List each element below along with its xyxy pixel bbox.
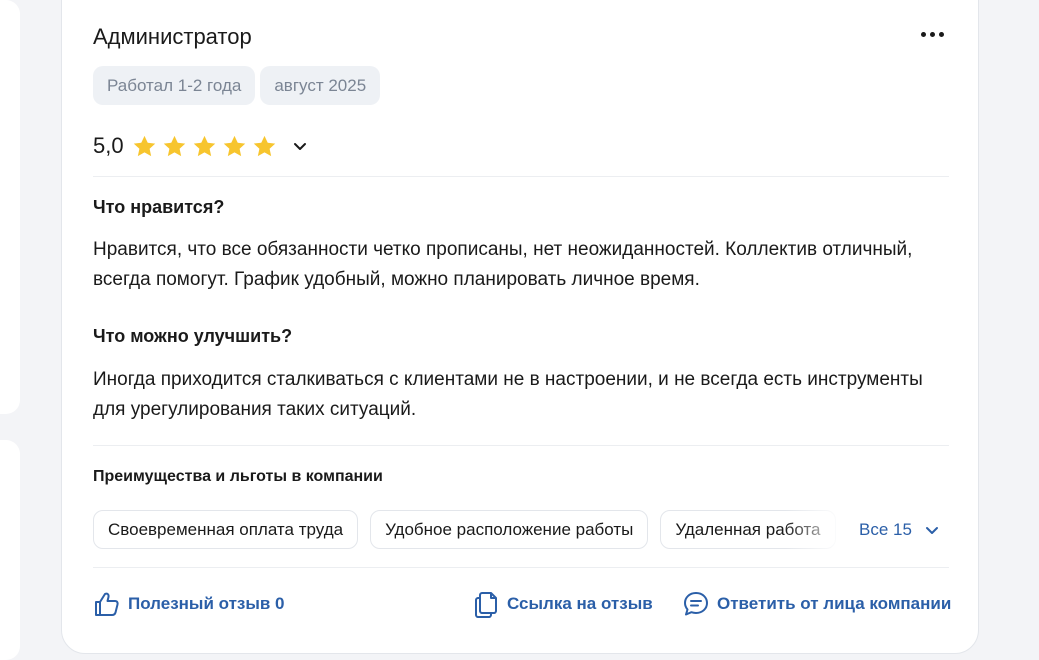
copy-link-button[interactable]: Ссылка на отзыв [472,590,653,618]
review-position-title: Администратор [93,24,252,49]
benefit-chip: Удаленная работа [660,510,836,549]
more-options-button[interactable] [914,22,950,46]
likes-text: Нравится, что все обязанности четко проп… [93,239,913,290]
chevron-down-icon [925,526,938,534]
show-all-label: Все 15 [859,519,912,539]
divider [93,445,949,446]
divider [93,567,949,568]
reply-label: Ответить от лица компании [717,594,952,613]
chevron-down-icon[interactable] [291,137,309,155]
next-card-edge [0,440,20,660]
thumbs-up-icon [95,592,119,616]
benefit-chip: Своевременная оплата труда [93,510,359,549]
copy-icon [475,592,497,618]
divider [93,176,949,177]
likes-heading: Что нравится? [93,197,225,217]
helpful-label: Полезный отзыв 0 [128,594,285,613]
rating-stars [132,134,277,159]
benefits-list: Своевременная оплата труда Удобное распо… [93,510,845,549]
more-dot [938,31,944,37]
date-chip: август 2025 [260,66,381,105]
improve-heading: Что можно улучшить? [93,326,293,346]
review-actions: Полезный отзыв 0 Ссылка на отзыв Ответит… [93,590,951,620]
helpful-review-button[interactable]: Полезный отзыв 0 [93,590,285,618]
benefits-row: Своевременная оплата труда Удобное распо… [93,510,949,549]
more-dot [929,31,935,37]
link-label: Ссылка на отзыв [507,594,653,613]
rating-row: 5,0 [93,133,309,159]
more-horizontal-icon [920,31,926,37]
star-icon [133,135,155,156]
benefit-chip: Удобное расположение работы [370,510,649,549]
previous-card-edge [0,0,20,414]
star-icon [163,135,185,156]
star-icon [193,135,215,156]
chat-bubble-icon [684,592,708,616]
show-all-benefits-button[interactable]: Все 15 [859,520,940,540]
star-icon [253,135,275,156]
improve-text: Иногда приходится сталкиваться с клиента… [93,369,923,420]
rating-value: 5,0 [93,133,124,158]
reply-as-company-button[interactable]: Ответить от лица компании [682,590,951,618]
benefits-heading: Преимущества и льготы в компании [93,468,383,485]
review-card: Администратор Работал 1-2 года август 20… [61,0,979,654]
star-icon [223,135,245,156]
review-meta-chips: Работал 1-2 года август 2025 [93,66,381,105]
experience-chip: Работал 1-2 года [93,66,256,105]
